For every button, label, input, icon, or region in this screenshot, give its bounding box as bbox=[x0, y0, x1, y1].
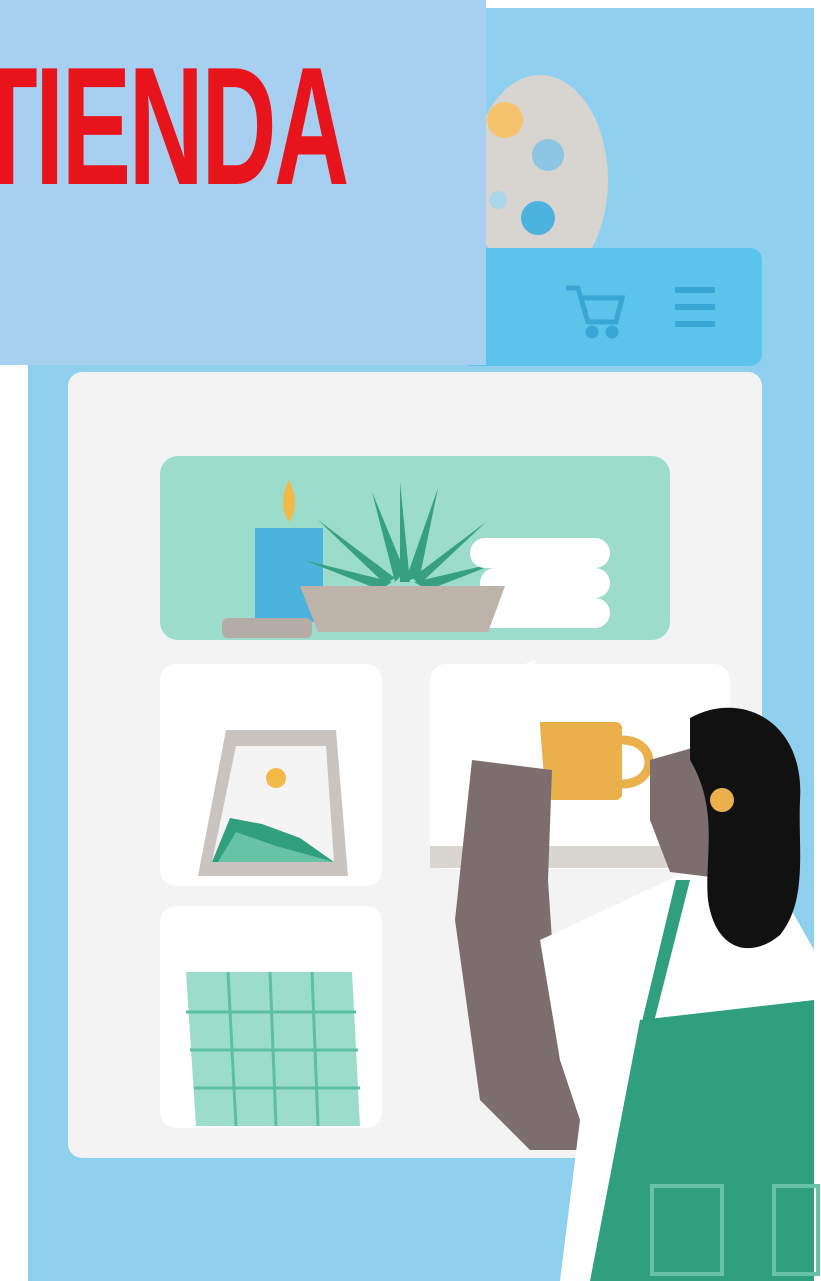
title-banner: TIENDA bbox=[0, 0, 486, 365]
shop-illustration-page: TIENDA bbox=[0, 0, 821, 1281]
page-title: TIENDA bbox=[0, 32, 349, 220]
pillow-icon bbox=[186, 971, 360, 1127]
earring bbox=[710, 788, 734, 812]
store-header-bar bbox=[460, 248, 762, 366]
bowl-icon bbox=[300, 586, 505, 632]
stand-icon bbox=[222, 618, 312, 638]
